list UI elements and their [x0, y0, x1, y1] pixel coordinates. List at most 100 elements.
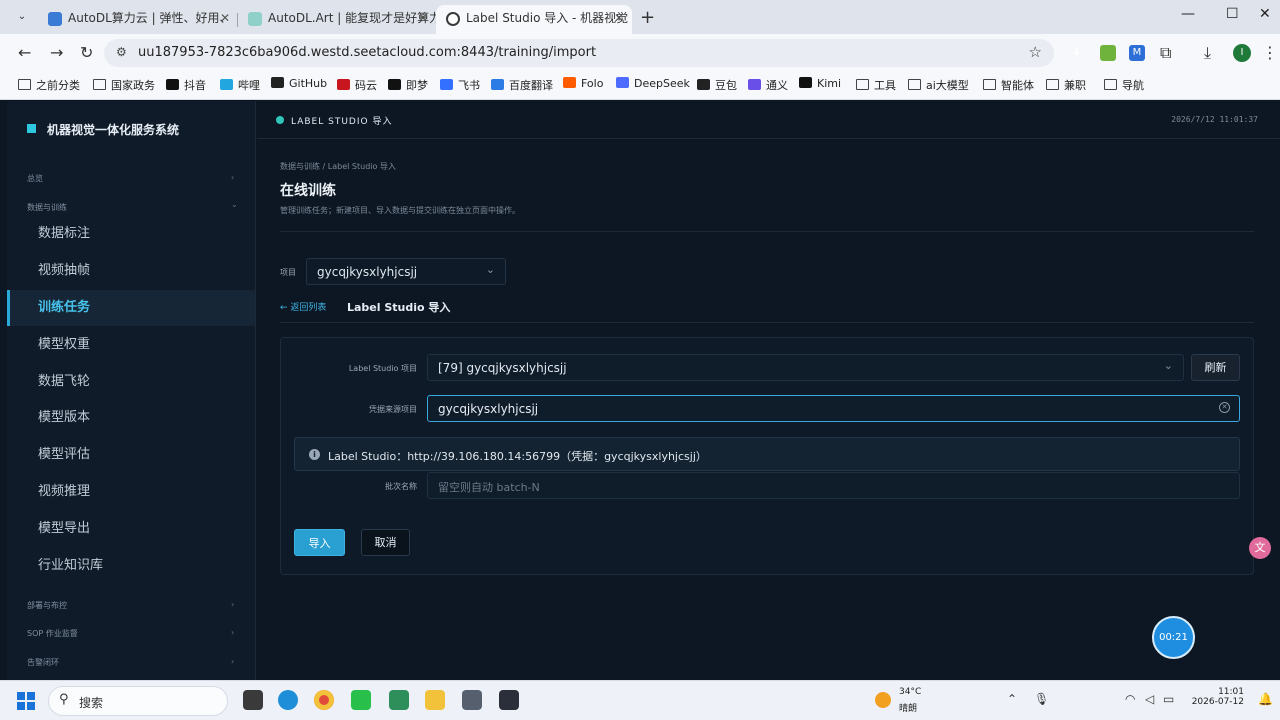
bookmark-item[interactable]: 智能体 [983, 77, 1034, 93]
translate-icon[interactable]: 文 [1249, 537, 1271, 559]
bookmark-item[interactable]: 之前分类 [18, 77, 80, 93]
bookmark-item[interactable]: 抖音 [166, 77, 206, 93]
notepad-icon[interactable] [389, 690, 409, 710]
bookmark-item[interactable]: Folo [563, 77, 603, 90]
sidebar-item-model-weights[interactable]: 模型权重 [7, 327, 255, 363]
bookmark-item[interactable]: ai大模型 [908, 77, 969, 93]
bookmark-item[interactable]: 豆包 [697, 77, 737, 93]
extension-green-icon[interactable] [1100, 45, 1116, 61]
close-tab-icon[interactable]: ✕ [418, 5, 428, 32]
bookmark-item[interactable]: DeepSeek [616, 77, 690, 90]
wifi-icon[interactable]: ◠ [1125, 692, 1135, 706]
nav-group-alarms[interactable]: 告警闭环 [27, 657, 59, 668]
system-clock[interactable]: 11:01 2026-07-12 [1192, 687, 1244, 707]
edge-icon[interactable] [278, 690, 298, 710]
site-favicon-icon [799, 77, 812, 88]
wechat-icon[interactable] [351, 690, 371, 710]
breadcrumb: 数据与训练 / Label Studio 导入 [280, 162, 396, 171]
notification-bell-icon[interactable]: 🔔 [1258, 692, 1273, 706]
extension-download-icon[interactable]: ⬇ [1069, 45, 1085, 61]
extensions-puzzle-icon[interactable]: ⧉ [1160, 43, 1171, 63]
back-to-list-link[interactable]: ← 返回列表 [280, 300, 326, 313]
bookmark-item[interactable]: 即梦 [388, 77, 428, 93]
maximize-icon[interactable]: ☐ [1226, 6, 1239, 22]
nav-group-sop[interactable]: SOP 作业监督 [27, 628, 78, 639]
bookmark-item[interactable]: 国家政务 [93, 77, 155, 93]
browser-tab-autodl-art[interactable]: AutoDL.Art | 能复现才是好算力 ✕ [238, 5, 436, 34]
sidebar-item-training-tasks[interactable]: 训练任务 [7, 290, 255, 326]
chrome-menu-icon[interactable]: ⋮ [1262, 43, 1278, 62]
bookmark-item[interactable]: 飞书 [440, 77, 480, 93]
site-info-icon[interactable]: ⚙ [116, 45, 127, 59]
source-project-select[interactable]: gycqjkysxlyhjcsjj ✕ [427, 395, 1240, 422]
minimize-icon[interactable]: — [1181, 6, 1195, 22]
extension-m-icon[interactable]: M [1129, 45, 1145, 61]
bookmark-item[interactable]: 工具 [856, 77, 896, 93]
refresh-button[interactable]: 刷新 [1191, 354, 1240, 381]
volume-icon[interactable]: ◁ [1145, 692, 1154, 706]
bookmark-item[interactable]: 通义 [748, 77, 788, 93]
project-select[interactable]: gycqjkysxlyhjcsjj ⌄ [306, 258, 506, 285]
terminal-icon[interactable] [499, 690, 519, 710]
close-tab-icon[interactable]: ✕ [220, 5, 230, 32]
bookmark-item[interactable]: 兼职 [1046, 77, 1086, 93]
recording-timer[interactable]: 00:21 [1152, 616, 1195, 659]
nav-group-data-training[interactable]: 数据与训练 [27, 202, 67, 213]
import-button[interactable]: 导入 [294, 529, 345, 556]
battery-icon[interactable]: ▭ [1163, 692, 1174, 706]
microphone-icon[interactable]: 🎙 [1034, 692, 1049, 706]
batch-name-input[interactable]: 留空则自动 batch-N [427, 472, 1240, 499]
sidebar-item-industry-knowledge[interactable]: 行业知识库 [7, 548, 255, 584]
sidebar-item-frame-extraction[interactable]: 视频抽帧 [7, 253, 255, 289]
reload-icon[interactable]: ↻ [80, 43, 93, 62]
nav-group-overview[interactable]: 总览 [27, 173, 43, 184]
profile-avatar[interactable]: I [1233, 44, 1251, 62]
address-bar[interactable]: ⚙ uu187953-7823c6ba906d.westd.seetacloud… [104, 39, 1054, 67]
close-tab-icon[interactable]: ✕ [614, 5, 624, 32]
site-favicon-icon [388, 79, 401, 90]
site-favicon-icon [616, 77, 629, 88]
sidebar-item-model-evaluation[interactable]: 模型评估 [7, 437, 255, 473]
sidebar-item-data-labeling[interactable]: 数据标注 [7, 216, 255, 252]
file-explorer-icon[interactable] [425, 690, 445, 710]
nav-group-deployment[interactable]: 部署与布控 [27, 600, 67, 611]
windows-start-icon[interactable] [17, 692, 35, 710]
bookmark-item[interactable]: Kimi [799, 77, 841, 90]
sidebar-item-data-flywheel[interactable]: 数据飞轮 [7, 364, 255, 400]
downloads-icon[interactable]: ⤓ [1204, 43, 1211, 63]
cancel-button[interactable]: 取消 [361, 529, 410, 556]
bookmark-item[interactable]: GitHub [271, 77, 327, 90]
task-view-icon[interactable] [243, 690, 263, 710]
bookmark-item[interactable]: 导航 [1104, 77, 1144, 93]
sidebar-item-model-versions[interactable]: 模型版本 [7, 400, 255, 436]
site-favicon-icon [748, 79, 761, 90]
app-icon[interactable] [462, 690, 482, 710]
bookmark-label: Folo [581, 77, 604, 90]
weather-temperature: 34°C [899, 687, 922, 697]
chrome-icon[interactable] [314, 690, 334, 710]
bookmark-item[interactable]: 码云 [337, 77, 377, 93]
ls-project-select[interactable]: [79] gycqjkysxlyhjcsjj ⌄ [427, 354, 1184, 381]
bookmark-star-icon[interactable]: ☆ [1029, 43, 1042, 61]
tab-search-chevron-icon[interactable]: ⌄ [14, 9, 30, 25]
bookmark-item[interactable]: 哔哩 [220, 77, 260, 93]
back-arrow-icon[interactable]: ← [18, 43, 31, 62]
chevron-right-icon: › [231, 628, 235, 637]
forward-arrow-icon[interactable]: → [50, 43, 63, 62]
clock-time: 11:01 [1218, 687, 1244, 697]
bookmark-item[interactable]: 百度翻译 [491, 77, 553, 93]
sidebar-item-video-inference[interactable]: 视频推理 [7, 474, 255, 510]
browser-tab-label-studio[interactable]: Label Studio 导入 - 机器视觉 ✕ [436, 5, 632, 34]
status-dot-icon [276, 116, 284, 124]
sidebar-item-model-export[interactable]: 模型导出 [7, 511, 255, 547]
tray-overflow-icon[interactable]: ⌃ [1007, 692, 1017, 706]
ls-project-value: [79] gycqjkysxlyhjcsjj [438, 361, 567, 375]
browser-tab-autodl[interactable]: AutoDL算力云 | 弹性、好用、 ✕ [38, 5, 238, 34]
weather-sun-icon[interactable] [875, 692, 891, 708]
taskbar-search[interactable]: ⚲ 搜索 [48, 686, 228, 716]
bookmark-label: 即梦 [406, 79, 428, 92]
new-tab-button[interactable]: + [640, 7, 655, 28]
close-window-icon[interactable]: ✕ [1259, 6, 1271, 22]
clear-icon[interactable]: ✕ [1219, 402, 1230, 413]
site-favicon-icon [166, 79, 179, 90]
